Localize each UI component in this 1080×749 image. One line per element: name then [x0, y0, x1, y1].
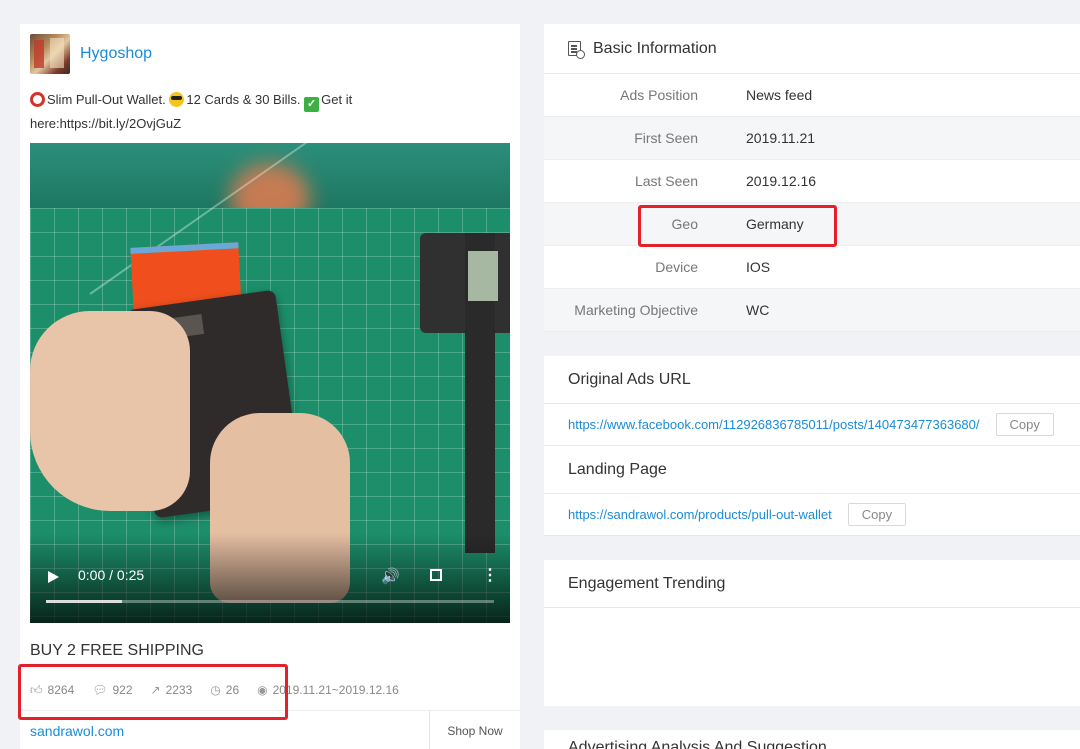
urls-panel: Original Ads URL https://www.facebook.co…	[544, 356, 1080, 536]
video-progress-bar[interactable]	[46, 600, 494, 603]
engagement-title: Engagement Trending	[544, 560, 1080, 608]
video-progress-fill	[46, 600, 123, 603]
analysis-panel: Advertising Analysis And Suggestion	[544, 730, 1080, 749]
info-label: Marketing Objective	[574, 302, 698, 318]
date-range: 2019.11.21~2019.12.16	[272, 683, 399, 697]
hand-left	[30, 311, 190, 511]
info-row-first-seen: First Seen 2019.11.21	[544, 117, 1080, 160]
info-label: Last Seen	[634, 173, 698, 189]
basic-info-title: Basic Information	[593, 39, 717, 57]
caption-text-2: 12 Cards & 30 Bills.	[186, 92, 301, 107]
play-icon[interactable]	[48, 571, 59, 583]
info-value: IOS	[746, 259, 771, 275]
info-row-marketing-objective: Marketing Objective WC	[544, 289, 1080, 332]
copy-original-url-button[interactable]: Copy	[995, 413, 1054, 436]
info-label: Device	[655, 259, 698, 275]
red-circle-icon	[30, 92, 45, 107]
landing-page-title: Landing Page	[544, 446, 1080, 494]
info-value: News feed	[746, 87, 813, 103]
basic-info-header: Basic Information	[544, 24, 1080, 74]
info-label: First Seen	[634, 130, 698, 146]
info-row-device: Device IOS	[544, 246, 1080, 289]
stats-highlight-box	[18, 664, 288, 720]
copy-landing-url-button[interactable]: Copy	[847, 503, 907, 526]
ad-caption: Slim Pull-Out Wallet. 12 Cards & 30 Bill…	[30, 88, 500, 136]
caption-text-3: Get it	[321, 92, 353, 107]
video-controls: 0:00 / 0:25 🔊 ⋮	[30, 563, 510, 595]
video-time: 0:00 / 0:25	[78, 567, 145, 583]
info-label: Ads Position	[620, 87, 698, 103]
volume-icon[interactable]: 🔊	[381, 567, 400, 585]
info-row-last-seen: Last Seen 2019.12.16	[544, 160, 1080, 203]
landing-page-url-link[interactable]: https://sandrawol.com/products/pull-out-…	[568, 507, 832, 522]
footer-domain-link[interactable]: sandrawol.com	[30, 723, 124, 739]
ad-card: Hygoshop Slim Pull-Out Wallet. 12 Cards …	[20, 24, 520, 749]
caption-text-1: Slim Pull-Out Wallet.	[47, 92, 166, 107]
ad-headline: BUY 2 FREE SHIPPING	[30, 642, 204, 659]
check-mark-icon: ✓	[304, 97, 320, 112]
landing-page-url-row: https://sandrawol.com/products/pull-out-…	[544, 494, 1080, 536]
shop-now-button[interactable]: Shop Now	[429, 711, 520, 749]
ad-video[interactable]: 0:00 / 0:25 🔊 ⋮	[30, 143, 510, 623]
sunglasses-face-icon	[169, 92, 185, 107]
basic-info-panel: Basic Information Ads Position News feed…	[544, 24, 1080, 332]
fullscreen-icon[interactable]	[430, 569, 442, 581]
info-value: 2019.12.16	[746, 173, 817, 189]
brand-avatar[interactable]	[30, 34, 70, 74]
brand-header: Hygoshop	[30, 34, 152, 74]
original-ads-url-title: Original Ads URL	[544, 356, 1080, 404]
info-row-ads-position: Ads Position News feed	[544, 74, 1080, 117]
caption-text-4: here:https://bit.ly/2OvjGuZ	[30, 116, 182, 131]
info-value: WC	[746, 302, 770, 318]
document-icon	[568, 41, 585, 59]
more-options-icon[interactable]: ⋮	[482, 565, 498, 585]
brand-name[interactable]: Hygoshop	[80, 45, 152, 63]
geo-highlight-box	[638, 205, 837, 247]
info-value: 2019.11.21	[746, 130, 816, 146]
original-ads-url-row: https://www.facebook.com/112926836785011…	[544, 404, 1080, 446]
analysis-title: Advertising Analysis And Suggestion	[568, 739, 827, 749]
engagement-panel: Engagement Trending	[544, 560, 1080, 706]
original-ads-url-link[interactable]: https://www.facebook.com/112926836785011…	[568, 417, 980, 432]
